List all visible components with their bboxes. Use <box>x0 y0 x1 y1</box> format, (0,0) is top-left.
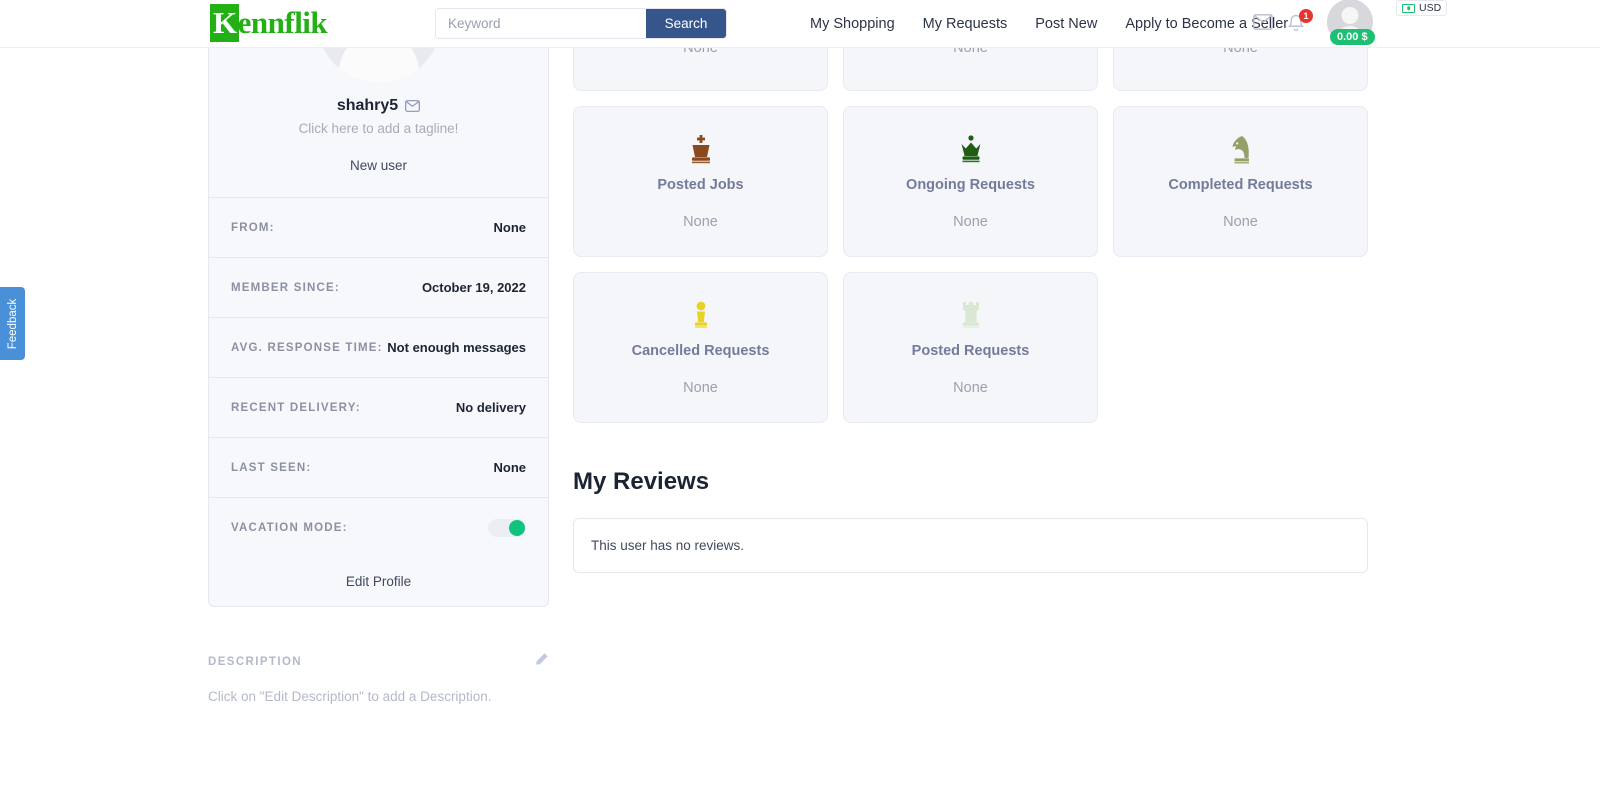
nav-item-my-requests[interactable]: My Requests <box>923 16 1008 32</box>
feedback-tab[interactable]: Feedback <box>0 287 25 360</box>
info-row-from: From: None <box>209 198 548 258</box>
chess-queen-icon <box>958 133 984 167</box>
info-row-last-seen: Last Seen: None <box>209 438 548 498</box>
reviews-empty-text: This user has no reviews. <box>591 538 745 553</box>
currency-label: USD <box>1419 2 1442 14</box>
stat-label: Completed Requests <box>1168 177 1313 193</box>
search-bar: Search <box>435 8 727 39</box>
currency-selector[interactable]: USD <box>1396 0 1448 16</box>
profile-card: shahry5 Click here to add a tagline! New… <box>208 0 549 607</box>
info-row-recent-delivery: Recent Delivery: No delivery <box>209 378 548 438</box>
search-button[interactable]: Search <box>646 9 726 38</box>
edit-description-pencil-icon[interactable] <box>535 652 549 671</box>
stat-card-posted-jobs[interactable]: Posted Jobs None <box>573 106 828 257</box>
vacation-mode-toggle[interactable] <box>488 519 526 537</box>
stat-card-posted-requests[interactable]: Posted Requests None <box>843 272 1098 423</box>
chess-knight-icon <box>1229 133 1253 167</box>
user-avatar-menu[interactable]: 0.00 $ <box>1327 0 1375 48</box>
info-label: Vacation Mode: <box>231 522 348 534</box>
info-label: Member since: <box>231 281 340 294</box>
messages-envelope-icon[interactable] <box>1253 14 1273 34</box>
info-label: From: <box>231 221 275 234</box>
money-bill-icon <box>1402 3 1415 13</box>
description-section: Description Click on "Edit Description" … <box>208 652 549 704</box>
info-row-member-since: Member since: October 19, 2022 <box>209 258 548 318</box>
description-title: Description <box>208 655 302 668</box>
info-label: Last Seen: <box>231 461 312 474</box>
stat-label: Ongoing Requests <box>906 177 1035 193</box>
info-value: None <box>493 220 527 235</box>
feedback-tab-label: Feedback <box>6 298 19 349</box>
nav-item-post-new[interactable]: Post New <box>1035 16 1097 32</box>
description-header: Description <box>208 652 549 671</box>
profile-status: New user <box>349 158 408 173</box>
logo-rest: ennflik <box>237 5 328 40</box>
reviews-empty-box: This user has no reviews. <box>573 518 1368 573</box>
info-value: None <box>493 460 527 475</box>
profile-tagline[interactable]: Click here to add a tagline! <box>209 121 548 136</box>
stats-grid: Posted Jobs None Ongoing Requests None C… <box>573 106 1368 423</box>
logo-initial: K <box>210 4 239 42</box>
profile-sidebar: shahry5 Click here to add a tagline! New… <box>208 0 549 704</box>
profile-username: shahry5 <box>336 97 399 114</box>
info-value: October 19, 2022 <box>421 280 526 295</box>
site-logo[interactable]: Kennflik <box>210 4 328 42</box>
stat-value: None <box>683 380 718 396</box>
site-header: Kennflik Search My Shopping My Requests … <box>0 0 1600 48</box>
user-avatar-head <box>1341 7 1359 24</box>
info-row-avg-response-time: Avg. Response Time: Not enough messages <box>209 318 548 378</box>
description-placeholder: Click on "Edit Description" to add a Des… <box>208 689 492 704</box>
nav-item-my-shopping[interactable]: My Shopping <box>810 16 895 32</box>
toggle-knob <box>509 520 525 536</box>
stat-card-ongoing-requests[interactable]: Ongoing Requests None <box>843 106 1098 257</box>
chess-rook-icon <box>960 299 982 333</box>
info-label: Recent Delivery: <box>231 401 361 414</box>
stat-value: None <box>683 214 718 230</box>
main-content: None None None Posted Jobs None Ongoing … <box>573 0 1368 573</box>
header-icons: 1 <box>1253 0 1313 48</box>
balance-badge[interactable]: 0.00 $ <box>1330 29 1375 45</box>
chess-king-icon <box>688 133 714 167</box>
stat-card-completed-requests[interactable]: Completed Requests None <box>1113 106 1368 257</box>
info-value: No delivery <box>455 400 526 415</box>
stat-label: Posted Requests <box>911 343 1030 359</box>
search-input[interactable] <box>436 9 646 38</box>
stat-card-cancelled-requests[interactable]: Cancelled Requests None <box>573 272 828 423</box>
stat-label: Cancelled Requests <box>631 343 770 359</box>
chess-pawn-icon <box>692 299 710 333</box>
profile-username-row: shahry5 <box>209 97 548 115</box>
info-label: Avg. Response Time: <box>231 341 383 354</box>
stat-value: None <box>953 214 988 230</box>
message-user-icon[interactable] <box>405 100 421 112</box>
info-row-vacation-mode: Vacation Mode: <box>209 498 548 558</box>
info-value: Not enough messages <box>387 340 526 355</box>
notification-count-badge: 1 <box>1299 9 1313 23</box>
main-nav: My Shopping My Requests Post New Apply t… <box>810 0 1288 48</box>
edit-profile-button[interactable]: Edit Profile <box>209 558 548 606</box>
stat-value: None <box>953 380 988 396</box>
stat-label: Posted Jobs <box>657 177 744 193</box>
reviews-heading: My Reviews <box>573 468 710 495</box>
stat-value: None <box>1223 214 1258 230</box>
notifications-bell-icon[interactable]: 1 <box>1287 9 1313 34</box>
